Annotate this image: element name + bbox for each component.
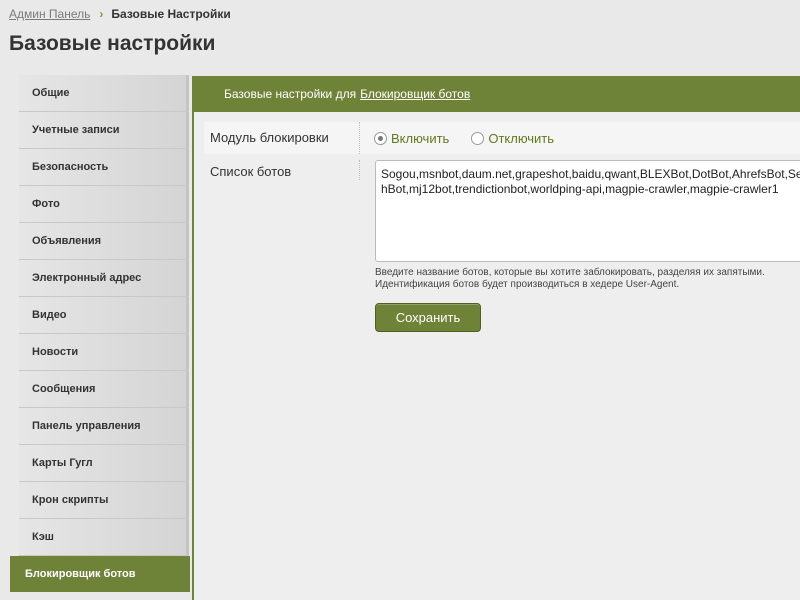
disable-option[interactable]: Отключить (471, 131, 554, 146)
sidebar-item-ads[interactable]: Объявления (19, 223, 189, 259)
module-row: Модуль блокировки Включить Отключить (204, 122, 800, 154)
sidebar-item-security[interactable]: Безопасность (19, 149, 189, 185)
sidebar-item-news[interactable]: Новости (19, 334, 189, 370)
sidebar-item-email[interactable]: Электронный адрес (19, 260, 189, 296)
breadcrumb-current: Базовые Настройки (111, 7, 231, 21)
save-button[interactable]: Сохранить (375, 303, 481, 332)
sidebar-item-cron[interactable]: Крон скрипты (19, 482, 189, 518)
panel-header: Базовые настройки для Блокировщик ботов (194, 76, 800, 112)
panel-header-link[interactable]: Блокировщик ботов (360, 87, 470, 101)
bots-hint-line2: Идентификация ботов будет производиться … (375, 279, 680, 290)
enable-radio[interactable] (374, 131, 387, 145)
breadcrumb: Админ Панель › Базовые Настройки (9, 7, 231, 21)
module-label: Модуль блокировки (204, 122, 360, 154)
breadcrumb-home-link[interactable]: Админ Панель (9, 7, 90, 21)
sidebar-item-bot-blocker[interactable]: Блокировщик ботов (10, 556, 190, 592)
sidebar-item-accounts[interactable]: Учетные записи (19, 112, 189, 148)
bots-label: Список ботов (204, 160, 360, 180)
disable-label: Отключить (488, 130, 555, 146)
settings-panel: Базовые настройки для Блокировщик ботов … (192, 76, 800, 600)
enable-option[interactable]: Включить (374, 131, 449, 146)
sidebar-item-photo[interactable]: Фото (19, 186, 189, 222)
sidebar-item-google-maps[interactable]: Карты Гугл (19, 445, 189, 481)
page-title: Базовые настройки (9, 32, 216, 55)
sidebar-item-messages[interactable]: Сообщения (19, 371, 189, 407)
bots-textarea[interactable]: Sogou,msnbot,daum.net,grapeshot,baidu,qw… (375, 160, 800, 262)
chevron-right-icon: › (99, 7, 104, 21)
panel-header-prefix: Базовые настройки для (224, 87, 357, 101)
module-radio-group: Включить Отключить (360, 122, 576, 154)
enable-label: Включить (391, 130, 450, 146)
bots-hint-line1: Введите название ботов, которые вы хотит… (375, 267, 765, 278)
disable-radio[interactable] (471, 131, 485, 145)
sidebar-item-general[interactable]: Общие (19, 75, 189, 111)
sidebar: Общие Учетные записи Безопасность Фото О… (10, 75, 192, 593)
bots-hint: Введите название ботов, которые вы хотит… (375, 267, 800, 291)
sidebar-item-cache[interactable]: Кэш (19, 519, 189, 555)
sidebar-item-dashboard[interactable]: Панель управления (19, 408, 189, 444)
sidebar-item-video[interactable]: Видео (19, 297, 189, 333)
